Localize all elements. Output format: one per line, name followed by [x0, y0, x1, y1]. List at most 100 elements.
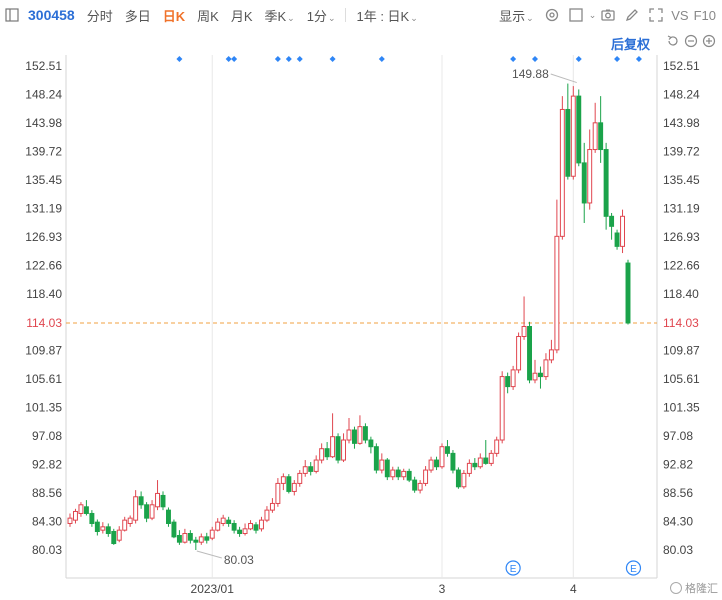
candle-body-down — [352, 429, 357, 444]
y-tick-label-right: 101.35 — [663, 401, 700, 415]
min-label-leader — [196, 550, 222, 559]
candle-body-down — [138, 496, 144, 506]
candle-body-down — [373, 446, 379, 471]
candle-body-down — [538, 372, 543, 378]
x-tick-label: 2023/01 — [191, 582, 235, 596]
candle-body-down — [472, 462, 478, 468]
candle-body-down — [455, 469, 461, 488]
event-diamond-marker — [575, 56, 582, 62]
candle-body-down — [171, 521, 177, 538]
candle-body-down — [94, 521, 100, 533]
candle-body-up — [215, 521, 221, 531]
candle-body-down — [445, 446, 450, 454]
y-tick-label-left: 131.19 — [25, 201, 62, 215]
y-tick-label-left: 92.82 — [32, 458, 62, 472]
candle-body-down — [204, 536, 210, 541]
y-tick-label-right: 126.93 — [663, 230, 700, 244]
candle-body-up — [554, 235, 560, 351]
y-tick-label-right: 105.61 — [663, 372, 700, 386]
candle-body-up — [592, 122, 598, 151]
candle-body-up — [341, 439, 346, 461]
y-tick-label-left: 143.98 — [25, 116, 62, 130]
candle-body-up — [559, 108, 565, 237]
candle-body-up — [494, 439, 500, 454]
candle-body-down — [105, 526, 111, 535]
candle-body-up — [269, 502, 275, 511]
candle-body-up — [330, 436, 336, 458]
y-tick-label-right: 114.03 — [663, 316, 699, 330]
y-tick-label-left: 126.93 — [25, 230, 62, 244]
candle-body-up — [510, 369, 516, 388]
candle-body-up — [439, 446, 445, 468]
event-diamond-marker — [231, 56, 238, 62]
candle-body-up — [346, 429, 352, 441]
y-tick-label-left: 101.35 — [25, 401, 62, 415]
candle-body-up — [259, 519, 264, 530]
y-tick-label-left: 80.03 — [32, 543, 62, 557]
max-price-label: 149.88 — [512, 67, 549, 81]
candle-body-down — [527, 325, 532, 381]
candle-body-up — [466, 462, 472, 474]
event-diamond-marker — [329, 56, 336, 62]
x-tick-label: 4 — [570, 582, 577, 596]
candle-body-up — [297, 472, 303, 484]
y-tick-label-right: 109.87 — [663, 344, 700, 358]
candle-body-up — [182, 533, 188, 543]
watermark-logo: 格隆汇 — [670, 580, 718, 596]
candle-body-down — [324, 448, 330, 458]
candle-body-down — [308, 466, 314, 472]
candle-body-up — [570, 95, 576, 177]
y-tick-label-left: 109.87 — [25, 344, 62, 358]
candle-body-up — [133, 496, 139, 521]
candle-body-up — [155, 492, 160, 508]
candle-body-down — [434, 459, 439, 468]
candles — [67, 83, 631, 550]
candle-body-up — [116, 529, 122, 541]
earnings-marker-label: E — [510, 564, 517, 575]
event-diamond-marker — [176, 56, 183, 62]
candle-body-down — [625, 262, 631, 324]
candle-body-down — [286, 476, 292, 492]
y-tick-label-right: 122.66 — [663, 258, 700, 272]
candle-body-down — [581, 162, 587, 204]
y-tick-label-left: 84.30 — [32, 514, 62, 528]
y-tick-label-left: 105.61 — [25, 372, 62, 386]
candle-body-up — [220, 517, 226, 524]
candle-body-up — [319, 448, 325, 461]
candle-body-down — [176, 535, 182, 543]
candle-body-up — [280, 476, 286, 484]
candle-body-up — [198, 536, 204, 543]
candle-body-down — [253, 524, 259, 531]
candle-body-up — [379, 459, 385, 471]
event-diamond-marker — [225, 56, 232, 62]
candle-body-up — [499, 376, 505, 441]
candle-body-down — [160, 494, 166, 508]
candle-body-down — [614, 232, 620, 247]
y-tick-label-left: 148.24 — [25, 88, 62, 102]
y-tick-label-right: 143.98 — [663, 116, 700, 130]
watermark-text: 格隆汇 — [685, 583, 718, 595]
candle-body-down — [565, 108, 571, 177]
candle-body-up — [291, 482, 297, 492]
top-markers — [176, 56, 642, 62]
candle-body-up — [275, 482, 281, 504]
y-tick-label-right: 97.08 — [663, 429, 693, 443]
candle-body-up — [548, 349, 554, 361]
y-tick-label-left: 139.72 — [25, 144, 62, 158]
y-tick-label-right: 88.56 — [663, 486, 693, 500]
candle-body-up — [209, 529, 215, 539]
event-diamond-marker — [274, 56, 281, 62]
x-tick-label: 3 — [439, 582, 446, 596]
candle-body-up — [149, 504, 155, 519]
y-tick-label-left: 114.03 — [26, 316, 62, 330]
earnings-marker-label: E — [630, 564, 637, 575]
logo-icon — [670, 582, 682, 594]
candle-body-down — [144, 504, 150, 519]
candle-body-down — [483, 457, 489, 464]
candlestick-chart[interactable]: 152.51 148.24 143.98 139.72 135.45 131.19 126.… — [0, 0, 722, 600]
y-tick-label-left: 152.51 — [25, 59, 62, 73]
candle-body-up — [122, 519, 128, 531]
candle-body-down — [384, 459, 390, 478]
candle-body-up — [390, 469, 396, 478]
candle-body-up — [423, 469, 429, 484]
